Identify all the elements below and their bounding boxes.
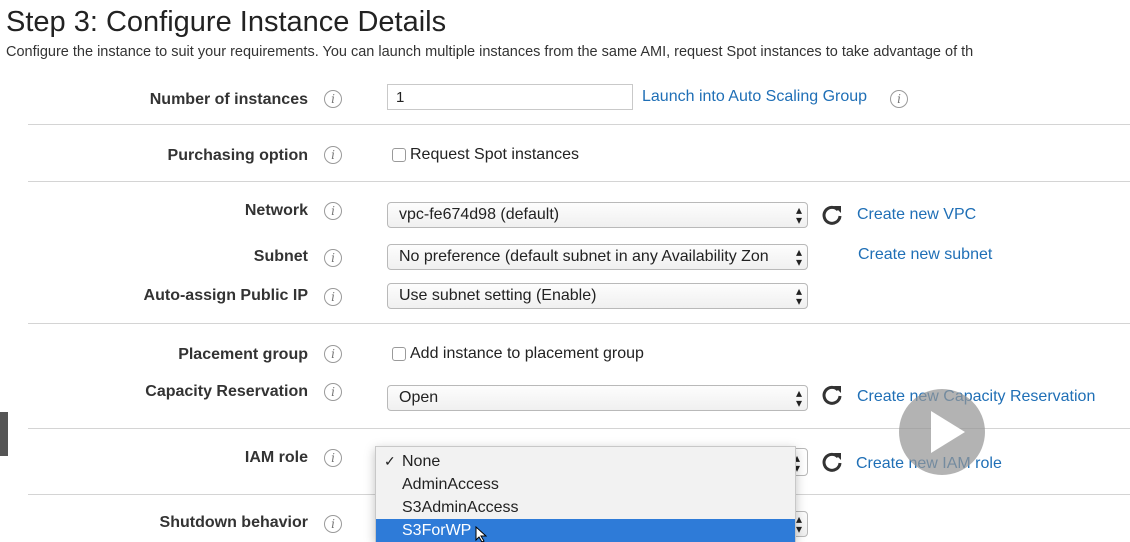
network-label: Network: [244, 202, 308, 219]
number-of-instances-label: Number of instances: [149, 91, 308, 108]
play-button[interactable]: [899, 389, 985, 475]
info-icon[interactable]: i: [324, 449, 342, 467]
subnet-label: Subnet: [253, 248, 308, 265]
auto-assign-ip-value: Use subnet setting (Enable): [399, 287, 597, 304]
info-icon[interactable]: i: [324, 383, 342, 401]
network-select[interactable]: vpc-fe674d98 (default) ▴ ▾: [387, 202, 808, 228]
row-number-of-instances: Number of instances i 1 Launch into Auto…: [0, 83, 1130, 117]
create-subnet-link[interactable]: Create new subnet: [858, 246, 992, 264]
placement-group-checkbox[interactable]: [392, 347, 406, 361]
shutdown-behavior-label: Shutdown behavior: [159, 514, 308, 531]
placement-group-label: Placement group: [178, 346, 308, 363]
side-handle: [0, 412, 8, 456]
iam-option-none[interactable]: ✓ None: [376, 450, 795, 473]
launch-asg-link[interactable]: Launch into Auto Scaling Group: [642, 88, 867, 106]
row-subnet: Subnet i No preference (default subnet i…: [0, 243, 1130, 277]
checkmark-icon: ✓: [384, 453, 396, 469]
info-icon[interactable]: i: [324, 146, 342, 164]
iam-option-s3adminaccess[interactable]: S3AdminAccess: [376, 496, 795, 519]
row-auto-assign-ip: Auto-assign Public IP i Use subnet setti…: [0, 282, 1130, 316]
number-of-instances-input[interactable]: 1: [387, 84, 633, 110]
refresh-icon[interactable]: [820, 203, 844, 227]
play-icon: [931, 411, 965, 453]
iam-option-s3forwp[interactable]: S3ForWP: [376, 519, 795, 542]
info-icon[interactable]: i: [324, 345, 342, 363]
capacity-reservation-label: Capacity Reservation: [145, 383, 308, 400]
select-arrows-icon: ▴ ▾: [795, 386, 803, 410]
capacity-reservation-select[interactable]: Open ▴ ▾: [387, 385, 808, 411]
info-icon[interactable]: i: [890, 90, 908, 108]
info-icon[interactable]: i: [324, 249, 342, 267]
subnet-value: No preference (default subnet in any Ava…: [399, 248, 769, 265]
purchasing-option-label: Purchasing option: [167, 147, 308, 164]
page-description: Configure the instance to suit your requ…: [6, 44, 974, 60]
info-icon[interactable]: i: [324, 515, 342, 533]
divider: [28, 124, 1130, 125]
row-purchasing-option: Purchasing option i Request Spot instanc…: [0, 139, 1130, 173]
select-arrows-icon: ▴ ▾: [795, 245, 803, 269]
placement-group-checkbox-label[interactable]: Add instance to placement group: [410, 345, 644, 363]
row-network: Network i vpc-fe674d98 (default) ▴ ▾ Crea…: [0, 201, 1130, 235]
iam-option-label: AdminAccess: [402, 476, 499, 493]
auto-assign-ip-select[interactable]: Use subnet setting (Enable) ▴ ▾: [387, 283, 808, 309]
spot-instances-checkbox[interactable]: [392, 148, 406, 162]
select-arrows-icon: ▴ ▾: [795, 284, 803, 308]
iam-option-label: S3ForWP: [402, 522, 472, 539]
subnet-select[interactable]: No preference (default subnet in any Ava…: [387, 244, 808, 270]
auto-assign-ip-label: Auto-assign Public IP: [143, 287, 308, 304]
spot-instances-label[interactable]: Request Spot instances: [410, 146, 579, 164]
refresh-icon[interactable]: [820, 450, 844, 474]
iam-option-label: None: [402, 453, 441, 470]
iam-option-adminaccess[interactable]: AdminAccess: [376, 473, 795, 496]
iam-role-dropdown: ✓ None AdminAccess S3AdminAccess S3ForWP: [375, 446, 796, 542]
iam-option-label: S3AdminAccess: [402, 499, 519, 516]
info-icon[interactable]: i: [324, 90, 342, 108]
page-title: Step 3: Configure Instance Details: [6, 6, 447, 38]
select-arrows-icon: ▴ ▾: [795, 203, 803, 227]
mouse-cursor-icon: [475, 526, 487, 542]
info-icon[interactable]: i: [324, 202, 342, 220]
refresh-icon[interactable]: [820, 383, 844, 407]
divider: [28, 181, 1130, 182]
create-vpc-link[interactable]: Create new VPC: [857, 206, 976, 224]
capacity-reservation-value: Open: [399, 389, 439, 406]
row-placement-group: Placement group i Add instance to placem…: [0, 338, 1130, 372]
iam-role-label: IAM role: [244, 449, 308, 466]
network-value: vpc-fe674d98 (default): [399, 206, 560, 223]
info-icon[interactable]: i: [324, 288, 342, 306]
divider: [28, 323, 1130, 324]
